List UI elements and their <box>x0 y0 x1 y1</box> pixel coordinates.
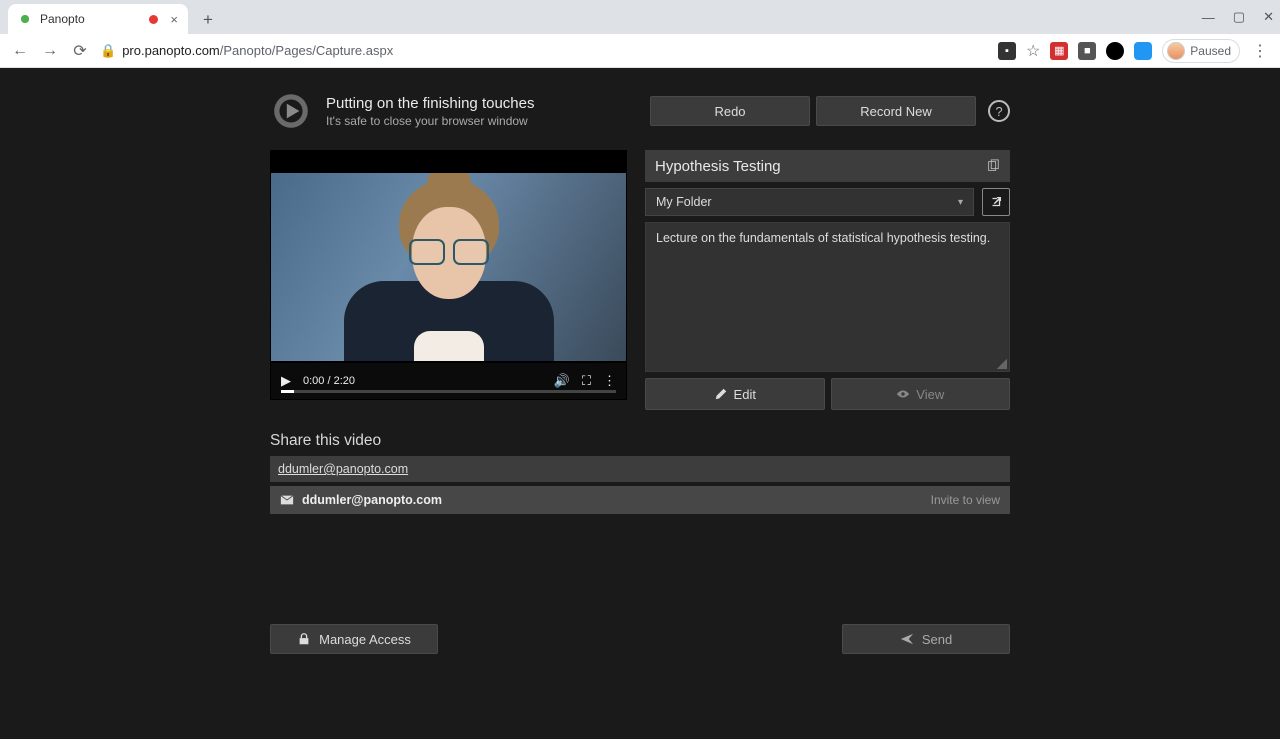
ext-red-icon[interactable]: ▦ <box>1050 42 1068 60</box>
share-chip-hint: Invite to view <box>931 493 1000 507</box>
fullscreen-icon[interactable]: ⛶ <box>582 373 591 389</box>
maximize-icon[interactable]: ▢ <box>1233 9 1245 25</box>
copy-icon[interactable] <box>986 159 1000 173</box>
browser-tab[interactable]: Panopto × <box>8 4 188 34</box>
video-controls: ▶ 0:00 / 2:20 🔊 ⛶ ⋮ <box>271 363 626 399</box>
forward-icon[interactable]: → <box>40 42 60 60</box>
recording-title-field[interactable]: Hypothesis Testing <box>645 150 1010 182</box>
resize-grip-icon[interactable] <box>997 359 1007 369</box>
chevron-down-icon: ▾ <box>958 197 963 208</box>
video-progress[interactable] <box>281 390 616 393</box>
kebab-menu-icon[interactable]: ⋮ <box>1250 41 1270 61</box>
browser-window: Panopto × + — ▢ ✕ ← → ⟳ 🔒 pro.panopto.co… <box>0 0 1280 739</box>
mail-icon <box>280 493 294 507</box>
share-section: Share this video ddumler@panopto.com ddu… <box>270 432 1010 654</box>
avatar-icon <box>1167 42 1185 60</box>
manage-access-button[interactable]: Manage Access <box>270 624 438 654</box>
url-host: pro.panopto.com <box>122 43 220 58</box>
share-heading: Share this video <box>270 432 1010 450</box>
back-icon[interactable]: ← <box>10 42 30 60</box>
window-controls: — ▢ ✕ <box>1202 0 1274 34</box>
url-path: /Panopto/Pages/Capture.aspx <box>220 43 393 58</box>
lock-icon <box>297 632 311 646</box>
profile-paused-pill[interactable]: Paused <box>1162 39 1240 63</box>
record-new-button[interactable]: Record New <box>816 96 976 126</box>
header-title: Putting on the finishing touches <box>326 95 534 112</box>
send-button[interactable]: Send <box>842 624 1010 654</box>
extension-tray: ▪ ☆ ▦ ■ Paused ⋮ <box>998 39 1270 63</box>
redo-button[interactable]: Redo <box>650 96 810 126</box>
video-thumbnail <box>271 173 626 361</box>
tab-bar: Panopto × + — ▢ ✕ <box>0 0 1280 34</box>
new-tab-button[interactable]: + <box>194 6 222 34</box>
send-icon <box>900 632 914 646</box>
view-button[interactable]: View <box>831 378 1011 410</box>
play-icon[interactable]: ▶ <box>281 373 291 389</box>
video-time: 0:00 / 2:20 <box>303 375 355 387</box>
star-icon[interactable]: ☆ <box>1026 41 1040 61</box>
help-icon[interactable]: ? <box>988 100 1010 122</box>
description-field[interactable]: Lecture on the fundamentals of statistic… <box>645 222 1010 372</box>
ext-blue-icon[interactable] <box>1134 42 1152 60</box>
ext-gray-icon[interactable]: ■ <box>1078 42 1096 60</box>
share-email-input[interactable]: ddumler@panopto.com <box>270 456 1010 482</box>
open-external-icon[interactable] <box>982 188 1010 216</box>
folder-select[interactable]: My Folder ▾ <box>645 188 974 216</box>
volume-icon[interactable]: 🔊 <box>554 373 570 389</box>
address-bar: ← → ⟳ 🔒 pro.panopto.com/Panopto/Pages/Ca… <box>0 34 1280 68</box>
header-subtitle: It's safe to close your browser window <box>326 114 534 128</box>
edit-button[interactable]: Edit <box>645 378 825 410</box>
minimize-icon[interactable]: — <box>1202 10 1215 25</box>
paused-label: Paused <box>1190 44 1231 58</box>
tab-title: Panopto <box>40 12 85 26</box>
recording-dot-icon <box>149 15 158 24</box>
reload-icon[interactable]: ⟳ <box>70 41 90 61</box>
close-tab-icon[interactable]: × <box>170 12 178 27</box>
video-more-icon[interactable]: ⋮ <box>603 373 616 389</box>
share-suggestion-row[interactable]: ddumler@panopto.com Invite to view <box>270 486 1010 514</box>
lock-icon: 🔒 <box>100 43 116 59</box>
favicon-icon <box>18 12 32 26</box>
url-field[interactable]: 🔒 pro.panopto.com/Panopto/Pages/Capture.… <box>100 43 988 59</box>
ext-black-circle-icon[interactable] <box>1106 42 1124 60</box>
video-preview: ▶ 0:00 / 2:20 🔊 ⛶ ⋮ <box>270 150 627 400</box>
close-window-icon[interactable]: ✕ <box>1263 9 1274 25</box>
panopto-logo-icon <box>270 90 312 132</box>
share-chip-email: ddumler@panopto.com <box>302 493 442 507</box>
ext-camera-icon[interactable]: ▪ <box>998 42 1016 60</box>
page-content: Putting on the finishing touches It's sa… <box>0 68 1280 739</box>
header-bar: Putting on the finishing touches It's sa… <box>270 78 1010 150</box>
